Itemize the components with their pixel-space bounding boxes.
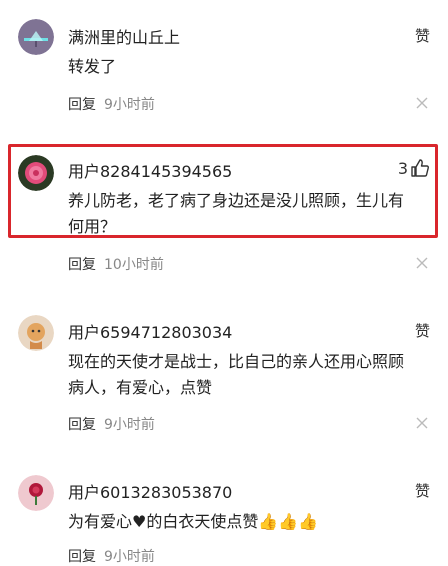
avatar[interactable]	[18, 315, 54, 351]
comment-text: 转发了	[68, 57, 117, 76]
close-icon[interactable]	[416, 417, 428, 429]
comment-username[interactable]: 用户6013283053870	[68, 479, 232, 503]
comment-username[interactable]: 满洲里的山丘上	[68, 24, 180, 48]
avatar[interactable]	[18, 475, 54, 511]
comment-time: 10小时前	[104, 257, 164, 273]
comment-meta: 回复 9小时前	[68, 546, 155, 566]
comment-meta: 回复 10小时前	[68, 254, 164, 274]
comment-text: 养儿防老，老了病了身边还是没儿照顾，生儿有何用？	[68, 191, 405, 236]
like-button[interactable]: 3	[398, 158, 430, 178]
comment-username[interactable]: 用户6594712803034	[68, 319, 232, 343]
comment-text: 现在的天使才是战士，比自己的亲人还用心照顾病人，有爱心，点赞	[68, 352, 405, 397]
reply-button[interactable]: 回复	[68, 414, 96, 434]
reply-button[interactable]: 回复	[68, 94, 96, 114]
avatar[interactable]	[18, 155, 54, 191]
like-button[interactable]: 赞	[415, 25, 430, 46]
like-button[interactable]: 赞	[415, 480, 430, 501]
like-label: 赞	[414, 322, 430, 340]
like-label: 赞	[414, 27, 430, 45]
comment-time: 9小时前	[104, 549, 155, 565]
like-button[interactable]: 赞	[415, 320, 430, 341]
avatar[interactable]	[18, 19, 54, 55]
reply-button[interactable]: 回复	[68, 254, 96, 274]
comment-time: 9小时前	[104, 97, 155, 113]
comment-meta: 回复 9小时前	[68, 414, 155, 434]
like-label: 赞	[414, 482, 430, 500]
comment-meta: 回复 9小时前	[68, 94, 155, 114]
comment-username[interactable]: 用户8284145394565	[68, 158, 232, 182]
like-count: 3	[397, 158, 408, 178]
thumbs-up-icon	[410, 158, 430, 178]
reply-button[interactable]: 回复	[68, 546, 96, 566]
close-icon[interactable]	[416, 97, 428, 109]
close-icon[interactable]	[416, 257, 428, 269]
comment-time: 9小时前	[104, 417, 155, 433]
comment-text: 为有爱心♥的白衣天使点赞👍👍👍	[68, 512, 319, 531]
